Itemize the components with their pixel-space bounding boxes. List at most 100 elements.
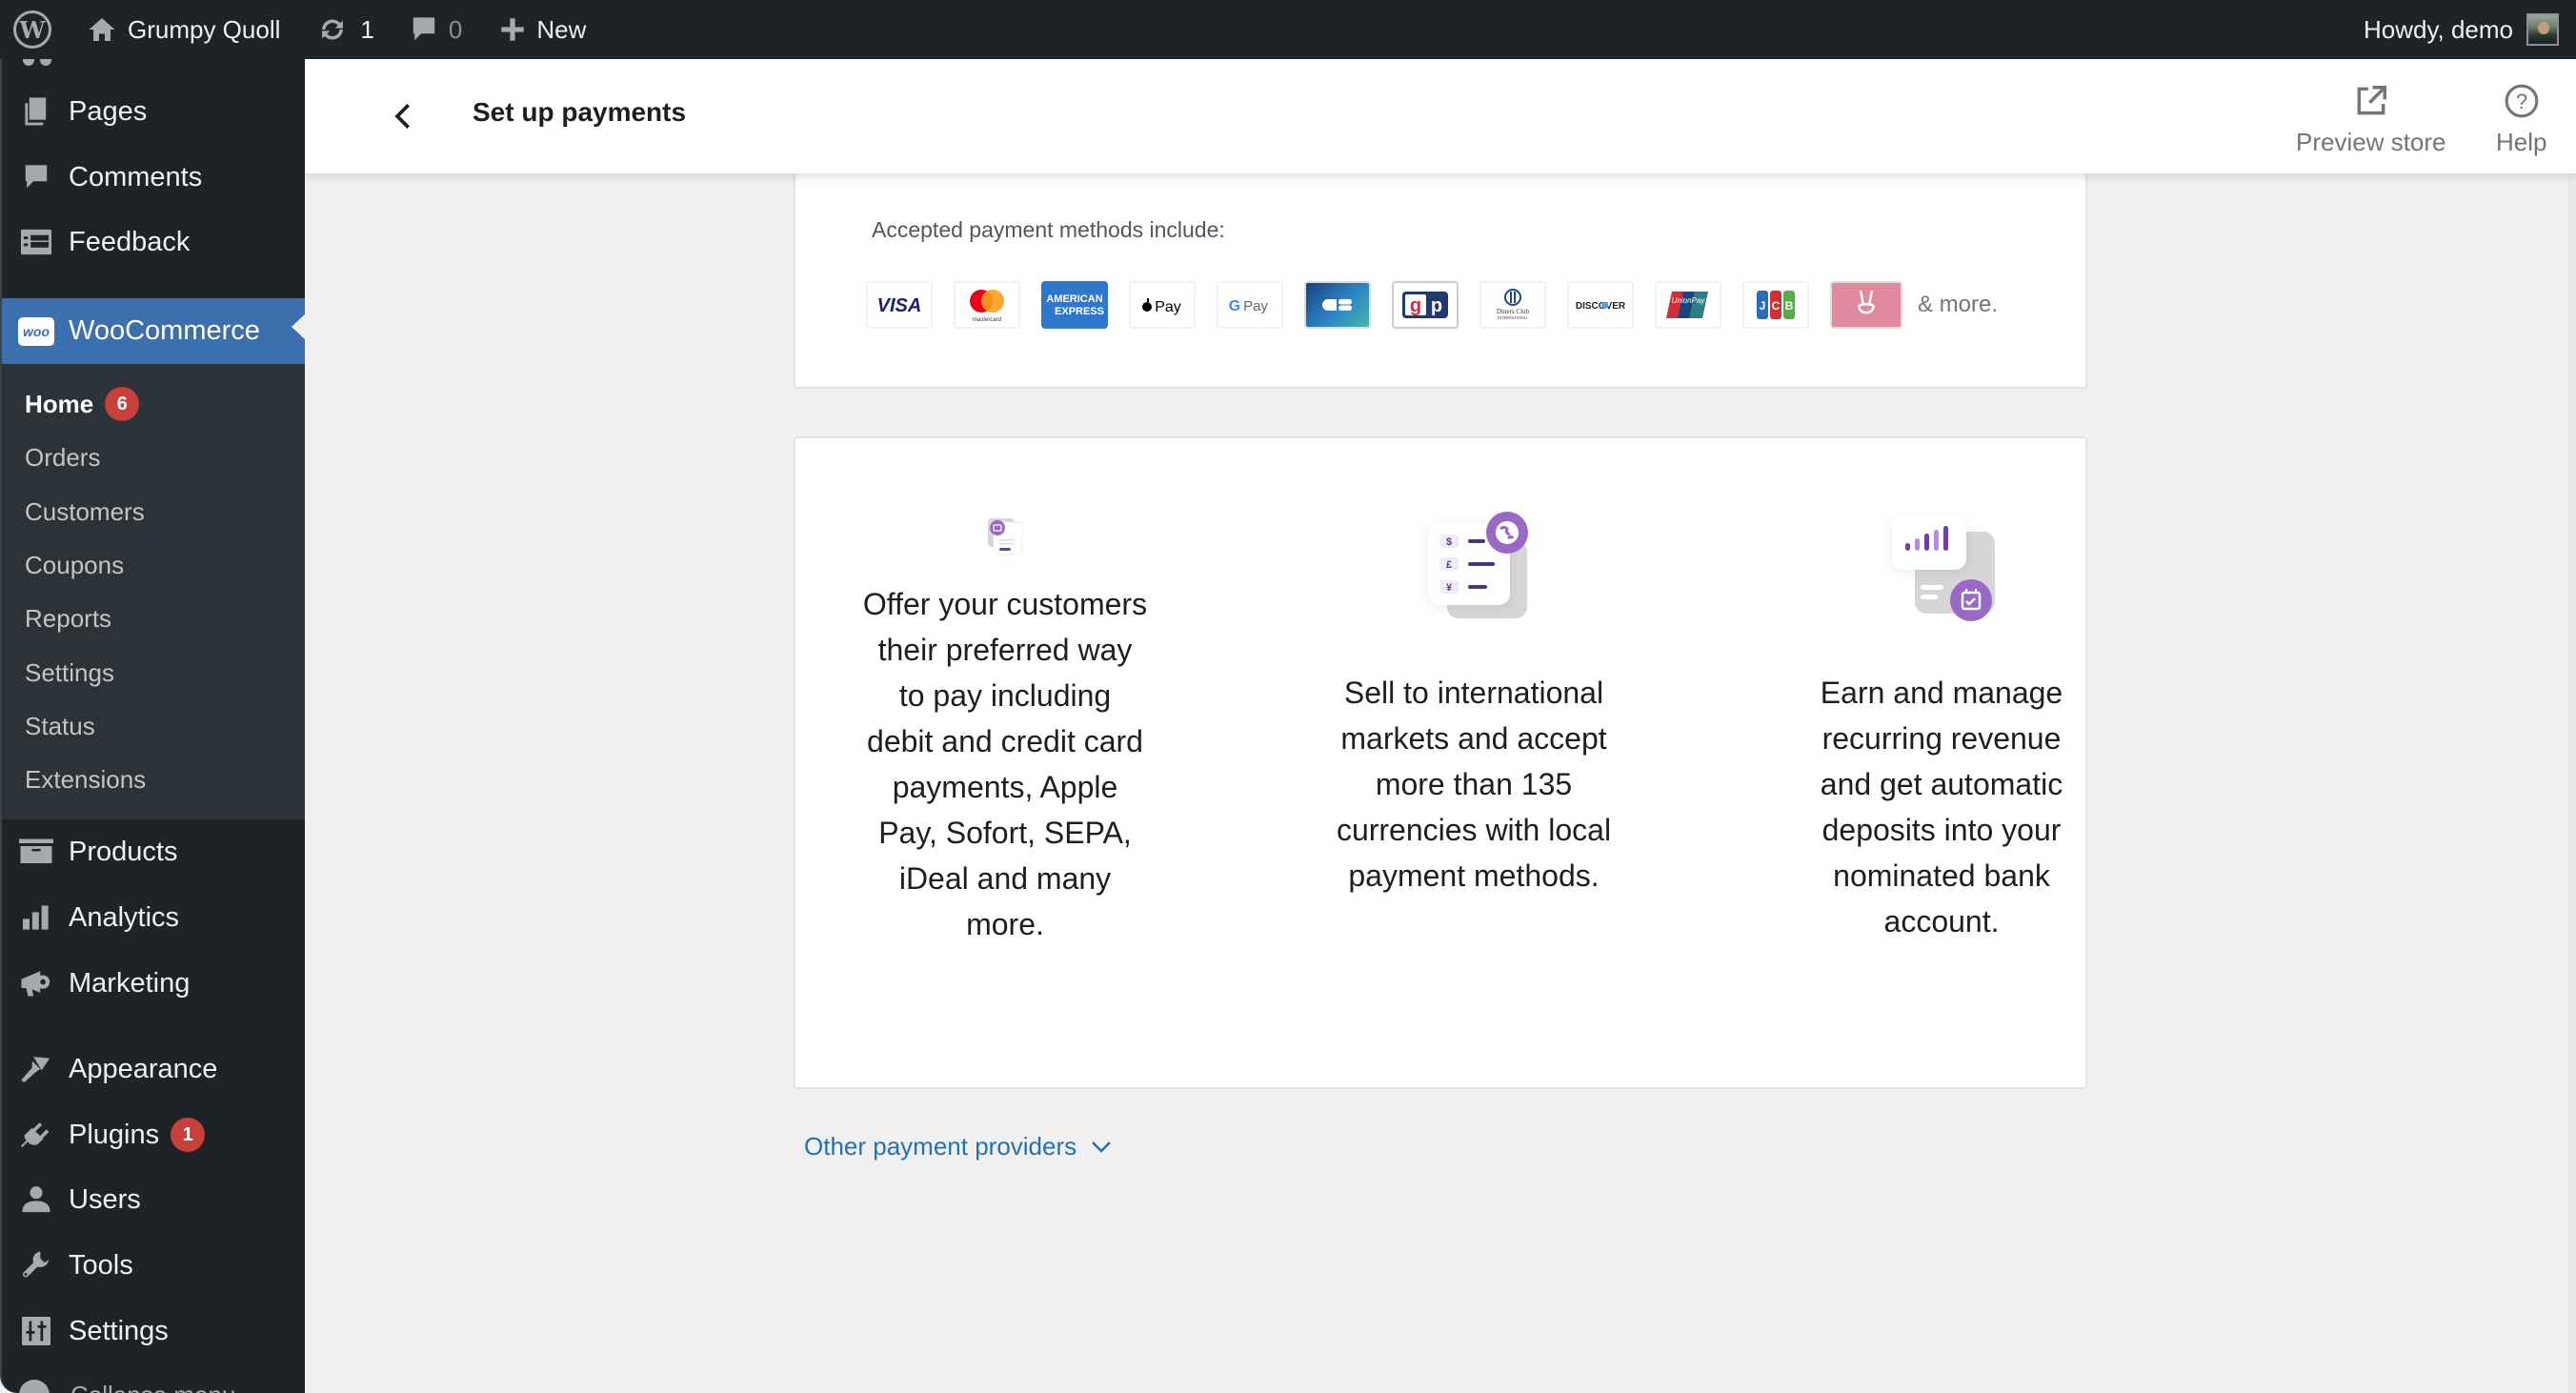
svg-text:Diners Club: Diners Club [1497, 308, 1530, 315]
svg-text:G: G [1229, 298, 1240, 314]
menu-users[interactable]: Users [2, 1171, 305, 1228]
menu-pages[interactable]: Pages [2, 83, 305, 140]
diners-club-logo-icon: Diners Club INTERNATIONAL [1479, 281, 1546, 329]
pages-icon [17, 92, 55, 131]
user-icon [17, 1181, 55, 1219]
plus-icon [500, 17, 525, 42]
active-indicator [292, 313, 305, 341]
menu-users-label: Users [69, 1183, 141, 1215]
chevron-left-icon [394, 104, 410, 129]
submenu-home-label: Home [25, 389, 94, 418]
menu-products-label: Products [69, 836, 178, 867]
svg-text:DISCOVER: DISCOVER [1576, 301, 1626, 312]
menu-tools[interactable]: Tools [2, 1237, 305, 1294]
svg-text:VISA: VISA [877, 295, 922, 316]
menu-comments[interactable]: Comments [2, 149, 305, 206]
currencies-globe-illustration-icon: $ £ ¥ [1417, 510, 1531, 629]
feature-recurring-revenue: Earn and manage recurring revenue and ge… [1799, 438, 2084, 944]
new-content-link[interactable]: New [487, 0, 599, 59]
help-button[interactable]: ? Help [2496, 80, 2546, 157]
feature-international: $ £ ¥ Sell to international markets and ac… [1331, 438, 1617, 898]
submenu-settings-label: Settings [25, 657, 114, 687]
amex-logo-icon: AMERICAN EXPRESS [1041, 281, 1108, 329]
help-label: Help [2496, 128, 2547, 156]
admin-sidebar: Pages Comments Feedback woo WooCommerce … [0, 59, 305, 1393]
submenu-extensions[interactable]: Extensions [25, 760, 146, 798]
svg-text:C: C [1772, 299, 1781, 313]
menu-marketing[interactable]: Marketing [2, 955, 305, 1012]
site-name-link[interactable]: Grumpy Quoll [74, 0, 293, 59]
svg-text:g: g [1410, 295, 1421, 316]
cartes-bancaires-logo-icon [1304, 281, 1371, 329]
external-link-icon [2353, 80, 2389, 122]
account-menu[interactable]: Howdy, demo [2364, 13, 2576, 46]
submenu-coupons[interactable]: Coupons [25, 546, 124, 584]
submenu-customers[interactable]: Customers [25, 493, 145, 531]
woocommerce-icon: woo [17, 313, 55, 351]
other-payment-providers-toggle[interactable]: Other payment providers [804, 1132, 1113, 1161]
submenu-customers-label: Customers [25, 496, 145, 526]
comments-link[interactable]: 0 [397, 0, 475, 59]
page-header: Set up payments Preview store ? Help [305, 59, 2576, 173]
submenu-reports-label: Reports [25, 603, 112, 633]
menu-woocommerce[interactable]: woo WooCommerce [2, 298, 305, 364]
menu-appearance-label: Appearance [69, 1053, 218, 1084]
svg-text:¥: ¥ [1446, 582, 1453, 594]
new-label: New [536, 14, 587, 44]
collapse-menu-button[interactable]: Collapse menu [19, 1380, 235, 1393]
peace-sign-payment-logo-icon [1830, 281, 1902, 329]
preview-store-button[interactable]: Preview store [2296, 80, 2446, 157]
menu-comments-label: Comments [69, 161, 203, 192]
accepted-methods-card: Accepted payment methods include: VISA m… [794, 143, 2087, 389]
menu-marketing-label: Marketing [69, 967, 191, 999]
menu-analytics[interactable]: Analytics [2, 889, 305, 946]
svg-text:UnionPay: UnionPay [1672, 296, 1706, 305]
features-card: Offer your customers their preferred way… [794, 436, 2087, 1089]
menu-feedback-label: Feedback [69, 226, 191, 257]
menu-settings[interactable]: Settings [2, 1302, 305, 1360]
other-payment-providers-label: Other payment providers [804, 1132, 1077, 1161]
updates-count: 1 [360, 14, 374, 44]
menu-plugins[interactable]: Plugins 1 [2, 1106, 305, 1163]
menu-products[interactable]: Products [2, 823, 305, 880]
menu-pages-label: Pages [69, 95, 148, 127]
updates-link[interactable]: 1 [303, 0, 387, 59]
svg-text:mastercard: mastercard [973, 317, 1001, 323]
feedback-icon [17, 223, 55, 261]
submenu-extensions-label: Extensions [25, 764, 147, 794]
home-notification-badge: 6 [105, 387, 140, 421]
menu-feedback[interactable]: Feedback [2, 213, 305, 271]
page-title: Set up payments [473, 97, 687, 127]
avatar [2526, 13, 2559, 46]
submenu-orders[interactable]: Orders [25, 438, 100, 476]
wrench-icon [17, 1246, 55, 1284]
preview-store-label: Preview store [2296, 128, 2446, 156]
submenu-home[interactable]: Home 6 [25, 385, 140, 423]
giropay-logo-icon: gp [1392, 281, 1459, 329]
feature-payment-options: Offer your customers their preferred way… [862, 438, 1148, 947]
collapse-menu-label: Collapse menu [70, 1381, 235, 1393]
megaphone-icon [17, 964, 55, 1002]
partial-menu-icon [23, 59, 55, 66]
plugin-icon [17, 1116, 55, 1154]
back-button[interactable] [381, 95, 423, 137]
submenu-reports[interactable]: Reports [25, 599, 111, 637]
google-pay-logo-icon: G Pay [1217, 281, 1283, 329]
feature-payment-options-text: Offer your customers their preferred way… [862, 587, 1148, 941]
submenu-settings[interactable]: Settings [25, 654, 114, 692]
svg-text:B: B [1785, 299, 1794, 313]
admin-bar: W Grumpy Quoll 1 0 New Howdy, demo [0, 0, 2576, 59]
plugins-update-badge: 1 [171, 1118, 206, 1152]
comment-icon [411, 14, 437, 45]
menu-appearance[interactable]: Appearance [2, 1040, 305, 1098]
paintbrush-icon [17, 1050, 55, 1088]
submenu-status-label: Status [25, 711, 95, 740]
woocommerce-submenu: Home 6 Orders Customers Coupons Reports … [2, 364, 305, 819]
products-icon [17, 833, 55, 871]
submenu-status[interactable]: Status [25, 707, 95, 745]
wp-logo-menu[interactable]: W [0, 0, 51, 59]
menu-analytics-label: Analytics [69, 901, 180, 933]
menu-tools-label: Tools [69, 1249, 133, 1281]
analytics-icon [17, 898, 55, 937]
comments-count: 0 [448, 14, 463, 44]
